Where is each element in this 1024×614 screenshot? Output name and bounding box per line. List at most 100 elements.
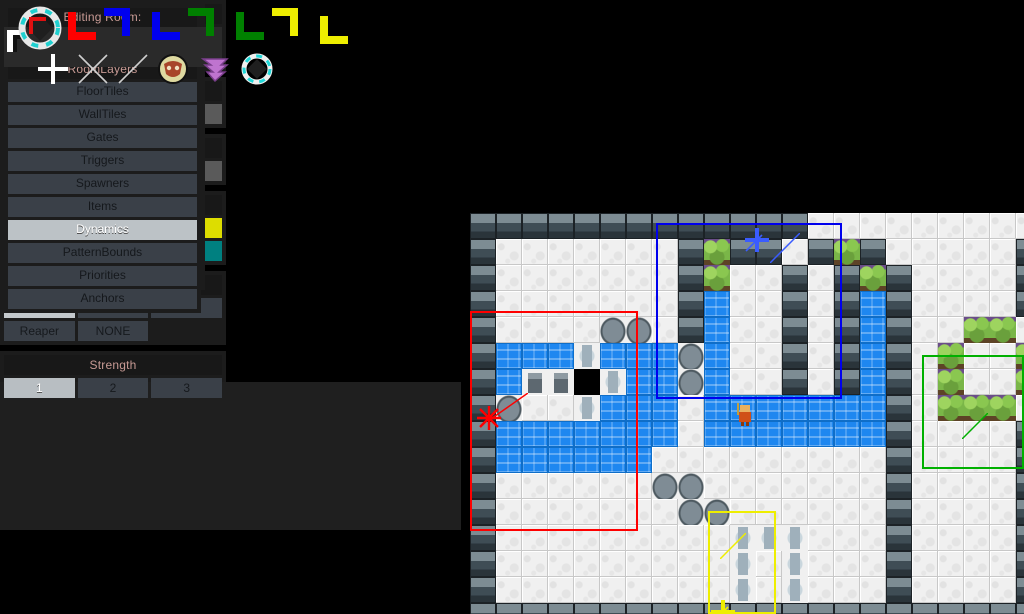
map-tile[interactable] (990, 395, 1016, 421)
map-tile[interactable] (938, 525, 964, 551)
map-tile[interactable] (912, 525, 938, 551)
map-tile[interactable] (964, 551, 990, 577)
map-tile[interactable] (652, 499, 678, 525)
map-tile[interactable] (678, 395, 704, 421)
map-tile[interactable] (522, 291, 548, 317)
map-tile[interactable] (964, 421, 990, 447)
strength-option-1[interactable]: 1 (4, 378, 75, 398)
map-tile[interactable] (1016, 291, 1024, 317)
map-tile[interactable] (808, 265, 834, 291)
map-tile[interactable] (704, 317, 730, 343)
map-tile[interactable] (678, 499, 704, 525)
map-tile[interactable] (548, 343, 574, 369)
map-tile[interactable] (730, 213, 756, 239)
map-tile[interactable] (782, 343, 808, 369)
map-tile[interactable] (470, 239, 496, 265)
map-tile[interactable] (886, 317, 912, 343)
map-tile[interactable] (782, 447, 808, 473)
map-tile[interactable] (1016, 343, 1024, 369)
map-tile[interactable] (678, 525, 704, 551)
map-tile[interactable] (912, 291, 938, 317)
map-tile[interactable] (886, 291, 912, 317)
map-tile[interactable] (964, 473, 990, 499)
map-tile[interactable] (808, 291, 834, 317)
map-tile[interactable] (730, 525, 756, 551)
monster-bias-option-reaper[interactable]: Reaper (4, 321, 75, 341)
map-tile[interactable] (704, 213, 730, 239)
map-tile[interactable] (990, 577, 1016, 603)
map-tile[interactable] (886, 343, 912, 369)
map-tile[interactable] (782, 499, 808, 525)
map-tile[interactable] (990, 239, 1016, 265)
map-tile[interactable] (938, 421, 964, 447)
cross-x-icon[interactable] (76, 52, 110, 91)
map-tile[interactable] (730, 603, 756, 614)
map-tile[interactable] (886, 395, 912, 421)
map-tile[interactable] (548, 213, 574, 239)
map-tile[interactable] (938, 213, 964, 239)
map-tile[interactable] (938, 317, 964, 343)
map-tile[interactable] (626, 395, 652, 421)
map-tile[interactable] (834, 369, 860, 395)
map-tile[interactable] (470, 603, 496, 614)
map-tile[interactable] (678, 421, 704, 447)
map-tile[interactable] (704, 603, 730, 614)
map-tile[interactable] (678, 447, 704, 473)
map-tile[interactable] (860, 395, 886, 421)
map-tile[interactable] (548, 603, 574, 614)
map-tile[interactable] (548, 499, 574, 525)
map-tile[interactable] (782, 525, 808, 551)
map-tile[interactable] (912, 265, 938, 291)
map-tile[interactable] (834, 239, 860, 265)
map-tile[interactable] (886, 239, 912, 265)
map-tile[interactable] (782, 551, 808, 577)
map-tile[interactable] (600, 499, 626, 525)
map-tile[interactable] (938, 343, 964, 369)
map-tile[interactable] (574, 317, 600, 343)
map-tile[interactable] (964, 317, 990, 343)
map-tile[interactable] (470, 551, 496, 577)
map-tile[interactable] (574, 603, 600, 614)
map-tile[interactable] (990, 265, 1016, 291)
map-tile[interactable] (886, 421, 912, 447)
map-tile[interactable] (886, 369, 912, 395)
map-tile[interactable] (548, 239, 574, 265)
map-tile[interactable] (496, 499, 522, 525)
map-tile[interactable] (1016, 499, 1024, 525)
map-tile[interactable] (730, 265, 756, 291)
map-tile[interactable] (730, 499, 756, 525)
map-tile[interactable] (496, 343, 522, 369)
map-tile[interactable] (626, 577, 652, 603)
map-tile[interactable] (860, 213, 886, 239)
map-tile[interactable] (678, 239, 704, 265)
map-tile[interactable] (808, 213, 834, 239)
map-tile[interactable] (756, 213, 782, 239)
map-tile[interactable] (470, 265, 496, 291)
map-tile[interactable] (678, 343, 704, 369)
map-tile[interactable] (626, 213, 652, 239)
map-tile[interactable] (990, 603, 1016, 614)
map-tile[interactable] (522, 447, 548, 473)
map-tile[interactable] (782, 603, 808, 614)
sidebar-item-priorities[interactable]: Priorities (8, 266, 197, 286)
map-tile[interactable] (964, 395, 990, 421)
map-tile[interactable] (548, 395, 574, 421)
monster-head-icon[interactable] (156, 52, 190, 91)
map-tile[interactable] (548, 317, 574, 343)
map-tile[interactable] (1016, 603, 1024, 614)
map-tile[interactable] (756, 291, 782, 317)
map-tile[interactable] (548, 577, 574, 603)
map-tile[interactable] (756, 525, 782, 551)
map-tile[interactable] (600, 343, 626, 369)
map-tile[interactable] (496, 525, 522, 551)
map-tile[interactable] (1016, 447, 1024, 473)
map-tile[interactable] (574, 473, 600, 499)
map-tile[interactable] (782, 213, 808, 239)
map-tile[interactable] (990, 421, 1016, 447)
map-tile[interactable] (626, 525, 652, 551)
map-tile[interactable] (938, 239, 964, 265)
map-tile[interactable] (470, 395, 496, 421)
map-tile[interactable] (860, 551, 886, 577)
map-tile[interactable] (496, 473, 522, 499)
monster-bias-option-none[interactable]: NONE (77, 321, 149, 341)
